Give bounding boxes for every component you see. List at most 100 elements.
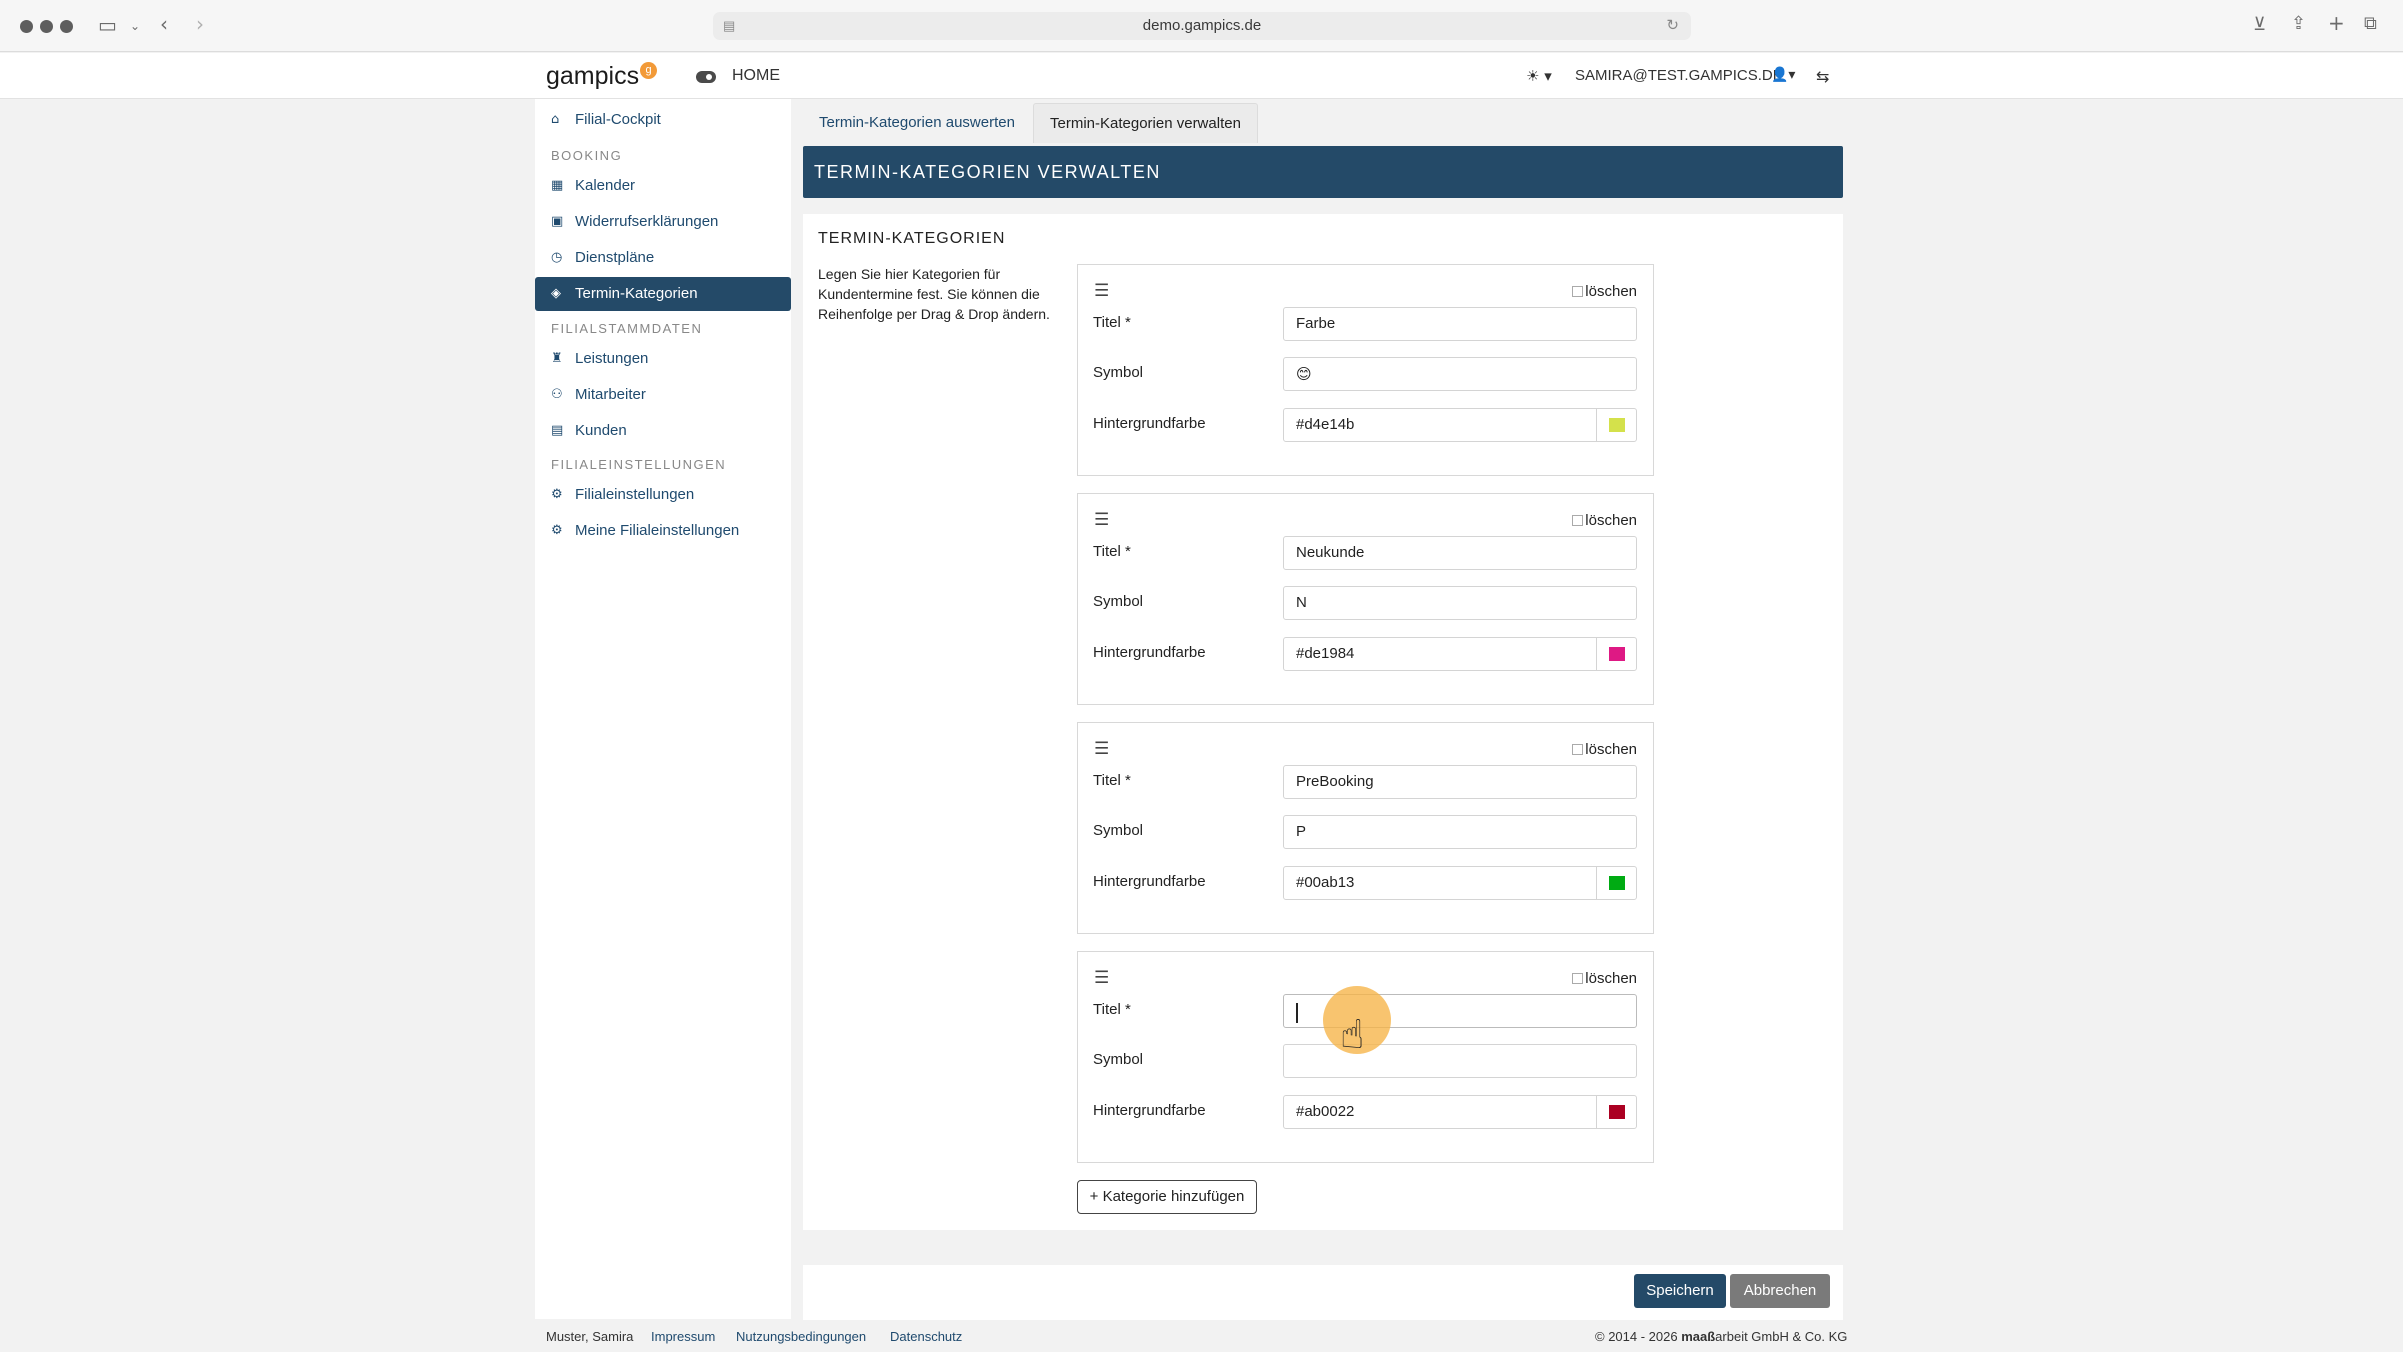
copyright-brand: maaß [1681, 1329, 1716, 1344]
color-picker-button[interactable] [1596, 409, 1636, 441]
delete-checkbox[interactable]: löschen [1572, 741, 1637, 758]
sidebar-toggle-icon[interactable]: ▭ [98, 15, 117, 35]
title-input[interactable]: PreBooking [1283, 765, 1637, 799]
sidebar-item-widerruf[interactable]: ▣ Widerrufserklärungen [535, 205, 791, 239]
sidebar-item-label: Kunden [575, 422, 627, 439]
sidebar-item-mitarbeiter[interactable]: ⚇ Mitarbeiter [535, 378, 791, 412]
symbol-input[interactable]: P [1283, 815, 1637, 849]
symbol-input[interactable] [1283, 1044, 1637, 1078]
sidebar-item-dienstplaene[interactable]: ◷ Dienstpläne [535, 241, 791, 275]
user-gear-icon: ⚙ [551, 523, 563, 538]
checkbox-icon[interactable] [1572, 744, 1584, 755]
home-link[interactable]: HOME [732, 67, 780, 85]
delete-label: löschen [1585, 741, 1637, 758]
sidebar-item-termin-kategorien[interactable]: ◈ Termin-Kategorien [535, 277, 791, 311]
back-icon[interactable]: ‹ [160, 14, 168, 34]
logo-badge: g [640, 62, 658, 79]
delete-checkbox[interactable]: löschen [1572, 970, 1637, 987]
title-input[interactable]: Neukunde [1283, 536, 1637, 570]
zoom-window-button[interactable] [60, 20, 73, 33]
minimize-window-button[interactable] [40, 20, 53, 33]
tags-icon: ◈ [551, 286, 561, 301]
symbol-label: Symbol [1093, 364, 1144, 381]
title-label: Titel * [1093, 314, 1131, 331]
color-picker-button[interactable] [1596, 638, 1636, 670]
download-icon[interactable]: ⊻ [2253, 15, 2266, 35]
page-title: TERMIN-KATEGORIEN VERWALTEN [803, 146, 1843, 198]
drag-handle-icon[interactable]: ☰ [1094, 739, 1109, 759]
drag-handle-icon[interactable]: ☰ [1094, 281, 1109, 301]
new-tab-icon[interactable]: + [2328, 13, 2345, 33]
user-icon[interactable]: 👤▾ [1771, 67, 1795, 83]
bg-color-label: Hintergrundfarbe [1093, 1102, 1206, 1119]
users-icon: ⚇ [551, 387, 563, 402]
sidebar-item-label: Widerrufserklärungen [575, 213, 719, 230]
tab-overview-icon[interactable]: ⧉ [2364, 14, 2377, 34]
reload-icon[interactable]: ↻ [1666, 12, 1679, 40]
delete-checkbox[interactable]: löschen [1572, 512, 1637, 529]
title-input[interactable]: Farbe [1283, 307, 1637, 341]
share-icon[interactable]: ⇪ [2291, 14, 2306, 34]
user-menu[interactable]: SAMIRA@TEST.GAMPICS.DE [1575, 67, 1783, 84]
bg-color-input[interactable]: #de1984 [1283, 637, 1637, 671]
calendar-x-icon: ▣ [551, 214, 564, 229]
theme-sun-icon[interactable]: ☀ ▾ [1526, 67, 1552, 85]
logo-text: gampics [546, 62, 640, 90]
delete-label: löschen [1585, 970, 1637, 987]
copyright-suffix: arbeit GmbH & Co. KG [1715, 1329, 1848, 1344]
color-picker-button[interactable] [1596, 1096, 1636, 1128]
sidebar-item-filialeinstellungen[interactable]: ⚙ Filialeinstellungen [535, 478, 791, 512]
symbol-label: Symbol [1093, 593, 1144, 610]
footer-nutzung-link[interactable]: Nutzungsbedingungen [736, 1329, 866, 1344]
checkbox-icon[interactable] [1572, 286, 1584, 297]
symbol-input[interactable]: N [1283, 586, 1637, 620]
drag-handle-icon[interactable]: ☰ [1094, 968, 1109, 988]
sidebar-item-kunden[interactable]: ▤ Kunden [535, 414, 791, 448]
tab-auswerten[interactable]: Termin-Kategorien auswerten [803, 103, 1031, 143]
forward-icon[interactable]: › [196, 14, 204, 34]
add-category-button[interactable]: + Kategorie hinzufügen [1077, 1180, 1257, 1214]
color-swatch [1609, 876, 1625, 890]
switch-arrows-icon[interactable]: ⇆ [1816, 67, 1829, 86]
save-button[interactable]: Speichern [1634, 1274, 1726, 1308]
sidebar-item-label: Termin-Kategorien [575, 285, 698, 302]
contact-card-icon: ▤ [551, 423, 564, 438]
bg-color-value: #00ab13 [1296, 874, 1355, 891]
clock-icon: ◷ [551, 250, 563, 265]
delete-checkbox[interactable]: löschen [1572, 283, 1637, 300]
section-title: TERMIN-KATEGORIEN [818, 230, 1006, 247]
footer-impressum-link[interactable]: Impressum [651, 1329, 715, 1344]
bg-color-label: Hintergrundfarbe [1093, 873, 1206, 890]
bg-color-value: #de1984 [1296, 645, 1355, 662]
checkbox-icon[interactable] [1572, 515, 1584, 526]
sidebar-item-leistungen[interactable]: ♜ Leistungen [535, 342, 791, 376]
tab-verwalten[interactable]: Termin-Kategorien verwalten [1033, 103, 1258, 143]
sidebar-item-meine-filialeinstellungen[interactable]: ⚙ Meine Filialeinstellungen [535, 514, 791, 548]
symbol-input[interactable]: 😊 [1283, 357, 1637, 391]
close-window-button[interactable] [20, 20, 33, 33]
calendar-icon: ▦ [551, 178, 564, 193]
color-picker-button[interactable] [1596, 867, 1636, 899]
logo[interactable]: gampics g [546, 62, 658, 91]
url-text: demo.gampics.de [1142, 17, 1262, 34]
color-swatch [1609, 1105, 1625, 1119]
footer-user: Muster, Samira [546, 1329, 634, 1344]
address-bar[interactable]: ▤ demo.gampics.de ↻ [713, 12, 1691, 40]
chevron-down-icon[interactable]: ⌄ [130, 16, 140, 36]
cancel-button[interactable]: Abbrechen [1730, 1274, 1830, 1308]
sidebar-section-booking: BOOKING [551, 148, 623, 163]
section-description: Legen Sie hier Kategorien für Kundenterm… [818, 266, 1050, 322]
sidebar-item-kalender[interactable]: ▦ Kalender [535, 169, 791, 203]
bg-color-input[interactable]: #00ab13 [1283, 866, 1637, 900]
copyright-prefix: © 2014 - 2026 [1595, 1329, 1682, 1344]
hand-pointer-icon: ☝ [1340, 1012, 1365, 1058]
toggle-icon[interactable] [696, 71, 716, 83]
home-icon: ⌂ [551, 112, 560, 127]
checkbox-icon[interactable] [1572, 973, 1584, 984]
bg-color-input[interactable]: #d4e14b [1283, 408, 1637, 442]
sidebar-section-stammdaten: FILIALSTAMMDATEN [551, 321, 703, 336]
footer-datenschutz-link[interactable]: Datenschutz [890, 1329, 962, 1344]
bg-color-input[interactable]: #ab0022 [1283, 1095, 1637, 1129]
sidebar-item-cockpit[interactable]: ⌂ Filial-Cockpit [535, 103, 791, 137]
drag-handle-icon[interactable]: ☰ [1094, 510, 1109, 530]
